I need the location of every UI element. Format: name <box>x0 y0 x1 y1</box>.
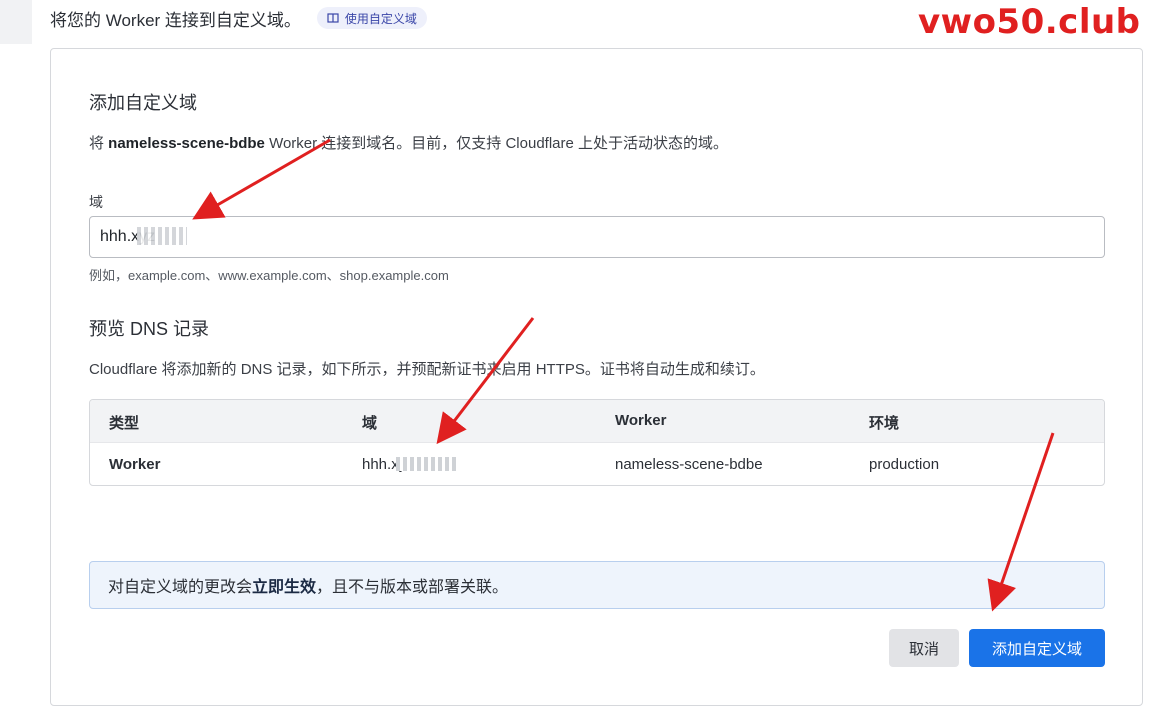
domain-label: 域 <box>89 194 103 210</box>
preview-title: 预览 DNS 记录 <box>89 319 210 339</box>
table-header: 类型 域 Worker 环境 <box>90 400 1104 442</box>
form-title: 添加自定义域 <box>89 93 197 113</box>
docs-link[interactable]: 使用自定义域 <box>316 7 427 29</box>
page-header: 将您的 Worker 连接到自定义域。 使用自定义域 <box>50 4 427 32</box>
column-header: 类型 <box>109 415 140 432</box>
redacted-mask <box>137 227 187 245</box>
row-worker: nameless-scene-bdbe <box>615 456 763 473</box>
docs-link-label: 使用自定义域 <box>344 11 417 26</box>
table-row: Worker hhh.xyz nameless-scene-bdbe produ… <box>90 442 1104 485</box>
row-type: Worker <box>109 456 161 473</box>
dns-preview-table: 类型 域 Worker 环境 Worker hhh.xyz nameless-s… <box>89 399 1105 486</box>
info-notice: 对自定义域的更改会 立即生效 ，且不与版本或部署关联。 <box>89 561 1105 609</box>
book-icon <box>327 13 339 23</box>
watermark: vwo50.club <box>918 2 1141 42</box>
preview-description: Cloudflare 将添加新的 DNS 记录，如下所示，并预配新证书来启用 H… <box>89 361 765 378</box>
form-description: 将 nameless-scene-bdbe Worker 连接到域名。目前，仅支… <box>89 135 729 152</box>
worker-name: nameless-scene-bdbe <box>108 135 265 152</box>
side-panel-edge <box>0 0 32 44</box>
domain-input[interactable] <box>89 216 1105 258</box>
notice-emphasis: 立即生效 <box>252 579 317 596</box>
column-header: 环境 <box>869 415 900 432</box>
add-domain-card: 添加自定义域 将 nameless-scene-bdbe Worker 连接到域… <box>50 48 1143 706</box>
header-text: 将您的 Worker 连接到自定义域。 <box>50 10 301 30</box>
column-header: Worker <box>615 412 667 429</box>
row-environment: production <box>869 456 940 473</box>
add-domain-button[interactable]: 添加自定义域 <box>969 629 1105 667</box>
column-header: 域 <box>362 415 378 432</box>
domain-hint: 例如，example.com、www.example.com、shop.exam… <box>89 268 449 283</box>
redacted-mask <box>396 457 456 471</box>
cancel-button[interactable]: 取消 <box>889 629 959 667</box>
